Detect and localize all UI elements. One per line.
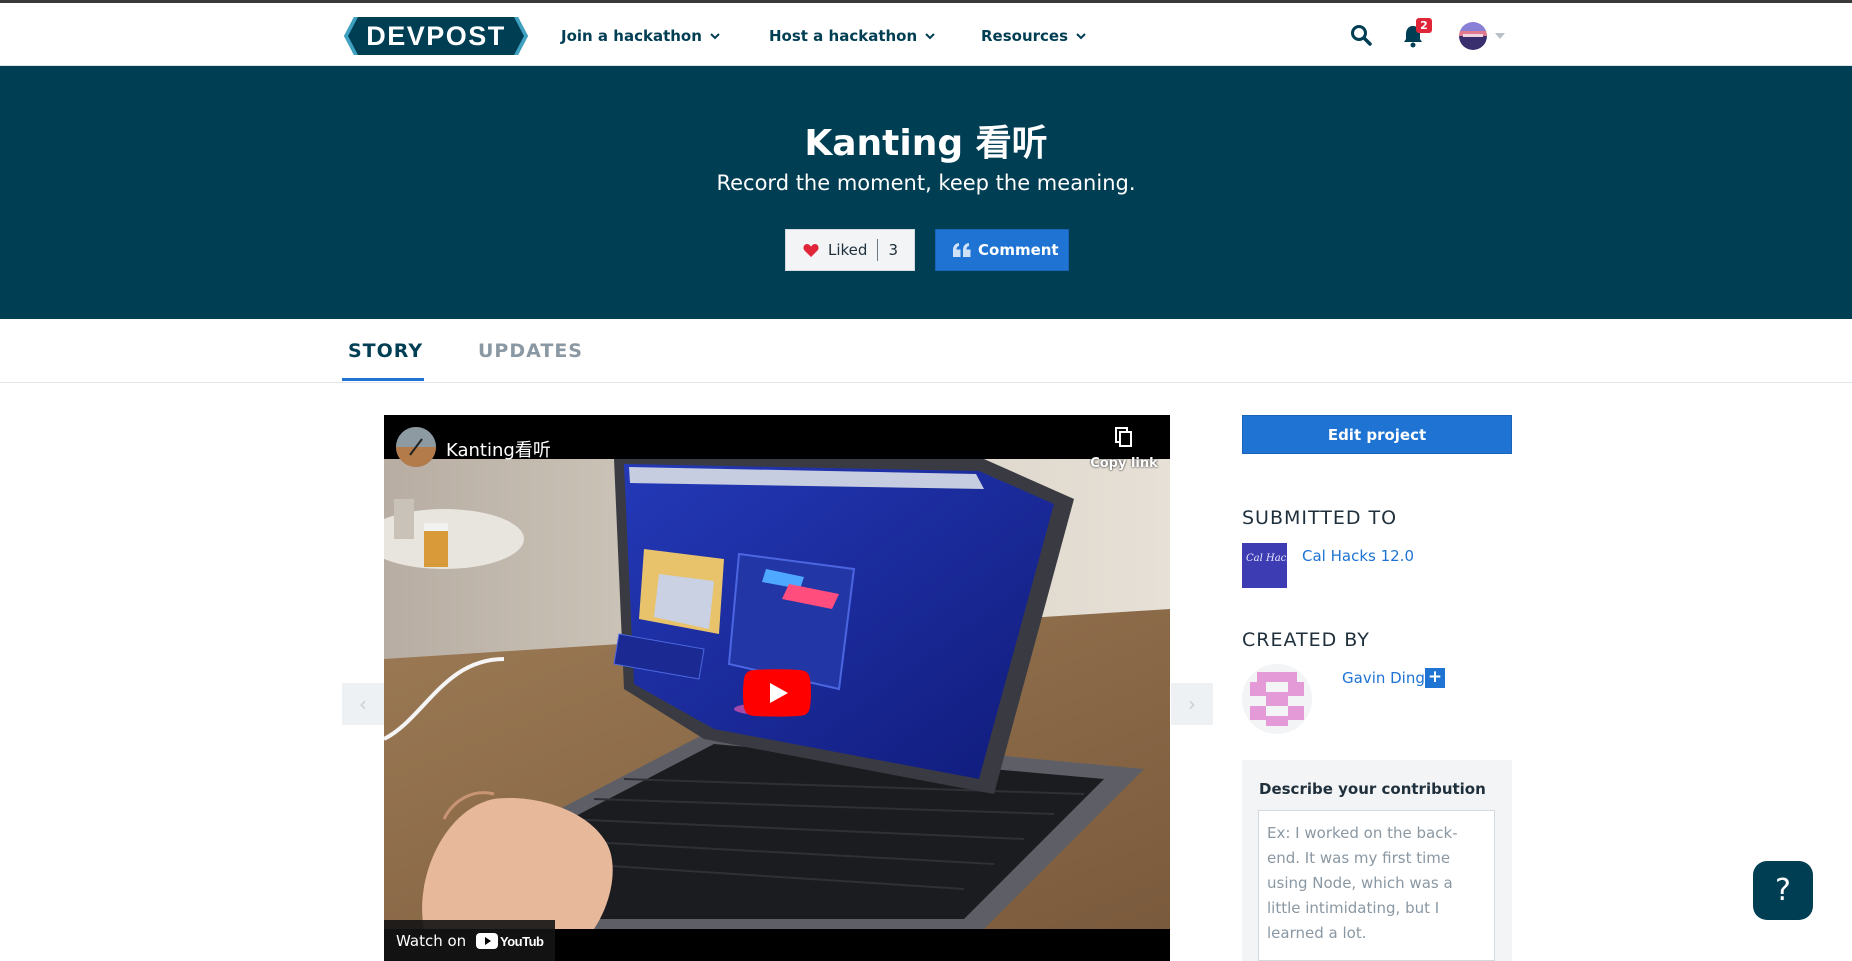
help-button[interactable]: ? [1753, 861, 1813, 920]
nav-join-hackathon-label: Join a hackathon [561, 27, 702, 45]
copy-link-button[interactable]: Copy link [1084, 427, 1164, 471]
contribution-label: Describe your contribution [1259, 780, 1486, 798]
nav-resources-label: Resources [981, 27, 1069, 45]
creator-name-link[interactable]: Gavin Ding [1342, 669, 1425, 687]
contribution-panel: Describe your contribution Ex: I worked … [1242, 760, 1512, 961]
gallery-prev-button[interactable]: ‹ [342, 683, 384, 725]
like-divider [877, 239, 879, 261]
created-by-heading: CREATED BY [1242, 629, 1370, 651]
creator-avatar[interactable] [1242, 664, 1312, 734]
video-player[interactable]: Kanting看听 Copy link Watch on YouTube [384, 415, 1170, 961]
chevron-down-icon [710, 33, 720, 40]
user-avatar[interactable] [1459, 22, 1487, 50]
search-icon[interactable] [1350, 24, 1372, 46]
quote-icon [953, 243, 971, 257]
tab-updates[interactable]: UPDATES [478, 340, 583, 362]
youtube-wordmark: YouTube [500, 934, 544, 949]
like-button[interactable]: Liked 3 [785, 229, 915, 271]
channel-avatar[interactable] [396, 427, 436, 467]
project-header: Kanting 看听 Record the moment, keep the m… [0, 66, 1852, 319]
caret-down-icon[interactable] [1495, 33, 1505, 39]
comment-button[interactable]: Comment [935, 229, 1069, 271]
nav-join-hackathon[interactable]: Join a hackathon [561, 27, 720, 45]
youtube-logo-icon: YouTube [476, 932, 544, 949]
logo-text: DEVPOST [366, 21, 506, 51]
watch-on-youtube-button[interactable]: Watch on YouTube [384, 920, 555, 961]
nav-host-hackathon[interactable]: Host a hackathon [769, 27, 935, 45]
play-icon[interactable] [743, 669, 811, 717]
add-teammate-button[interactable]: + [1425, 668, 1445, 688]
contribution-textarea[interactable]: Ex: I worked on the back-end. It was my … [1258, 810, 1495, 961]
comment-label: Comment [978, 241, 1059, 259]
copy-link-label: Copy link [1090, 456, 1158, 471]
chevron-down-icon [925, 33, 935, 40]
active-tab-indicator [342, 378, 424, 381]
like-label: Liked [828, 241, 868, 259]
video-title[interactable]: Kanting看听 [446, 436, 551, 462]
devpost-logo[interactable]: DEVPOST [344, 17, 528, 55]
gallery-next-button[interactable]: › [1171, 683, 1213, 725]
project-tagline: Record the moment, keep the meaning. [716, 171, 1136, 195]
nav-resources[interactable]: Resources [981, 27, 1086, 45]
edit-project-button[interactable]: Edit project [1242, 415, 1512, 454]
like-count: 3 [888, 241, 898, 259]
hackathon-link[interactable]: Cal Hacks 12.0 [1302, 547, 1414, 565]
nav-host-hackathon-label: Host a hackathon [769, 27, 918, 45]
top-navigation: DEVPOST Join a hackathon Host a hackatho… [0, 3, 1852, 66]
watch-on-label: Watch on [396, 931, 467, 950]
hackathon-thumb-text: Cal Hacks 12.0 [1246, 553, 1287, 564]
project-tabs: STORY UPDATES [0, 319, 1852, 383]
chevron-down-icon [1076, 33, 1086, 40]
heart-icon [803, 243, 819, 257]
hackathon-thumbnail[interactable]: Cal Hacks 12.0 [1242, 543, 1287, 588]
tab-story[interactable]: STORY [348, 340, 423, 362]
submitted-to-heading: SUBMITTED TO [1242, 507, 1398, 529]
project-title: Kanting 看听 [804, 123, 1048, 164]
copy-icon [1115, 427, 1132, 447]
notification-badge: 2 [1416, 18, 1432, 33]
